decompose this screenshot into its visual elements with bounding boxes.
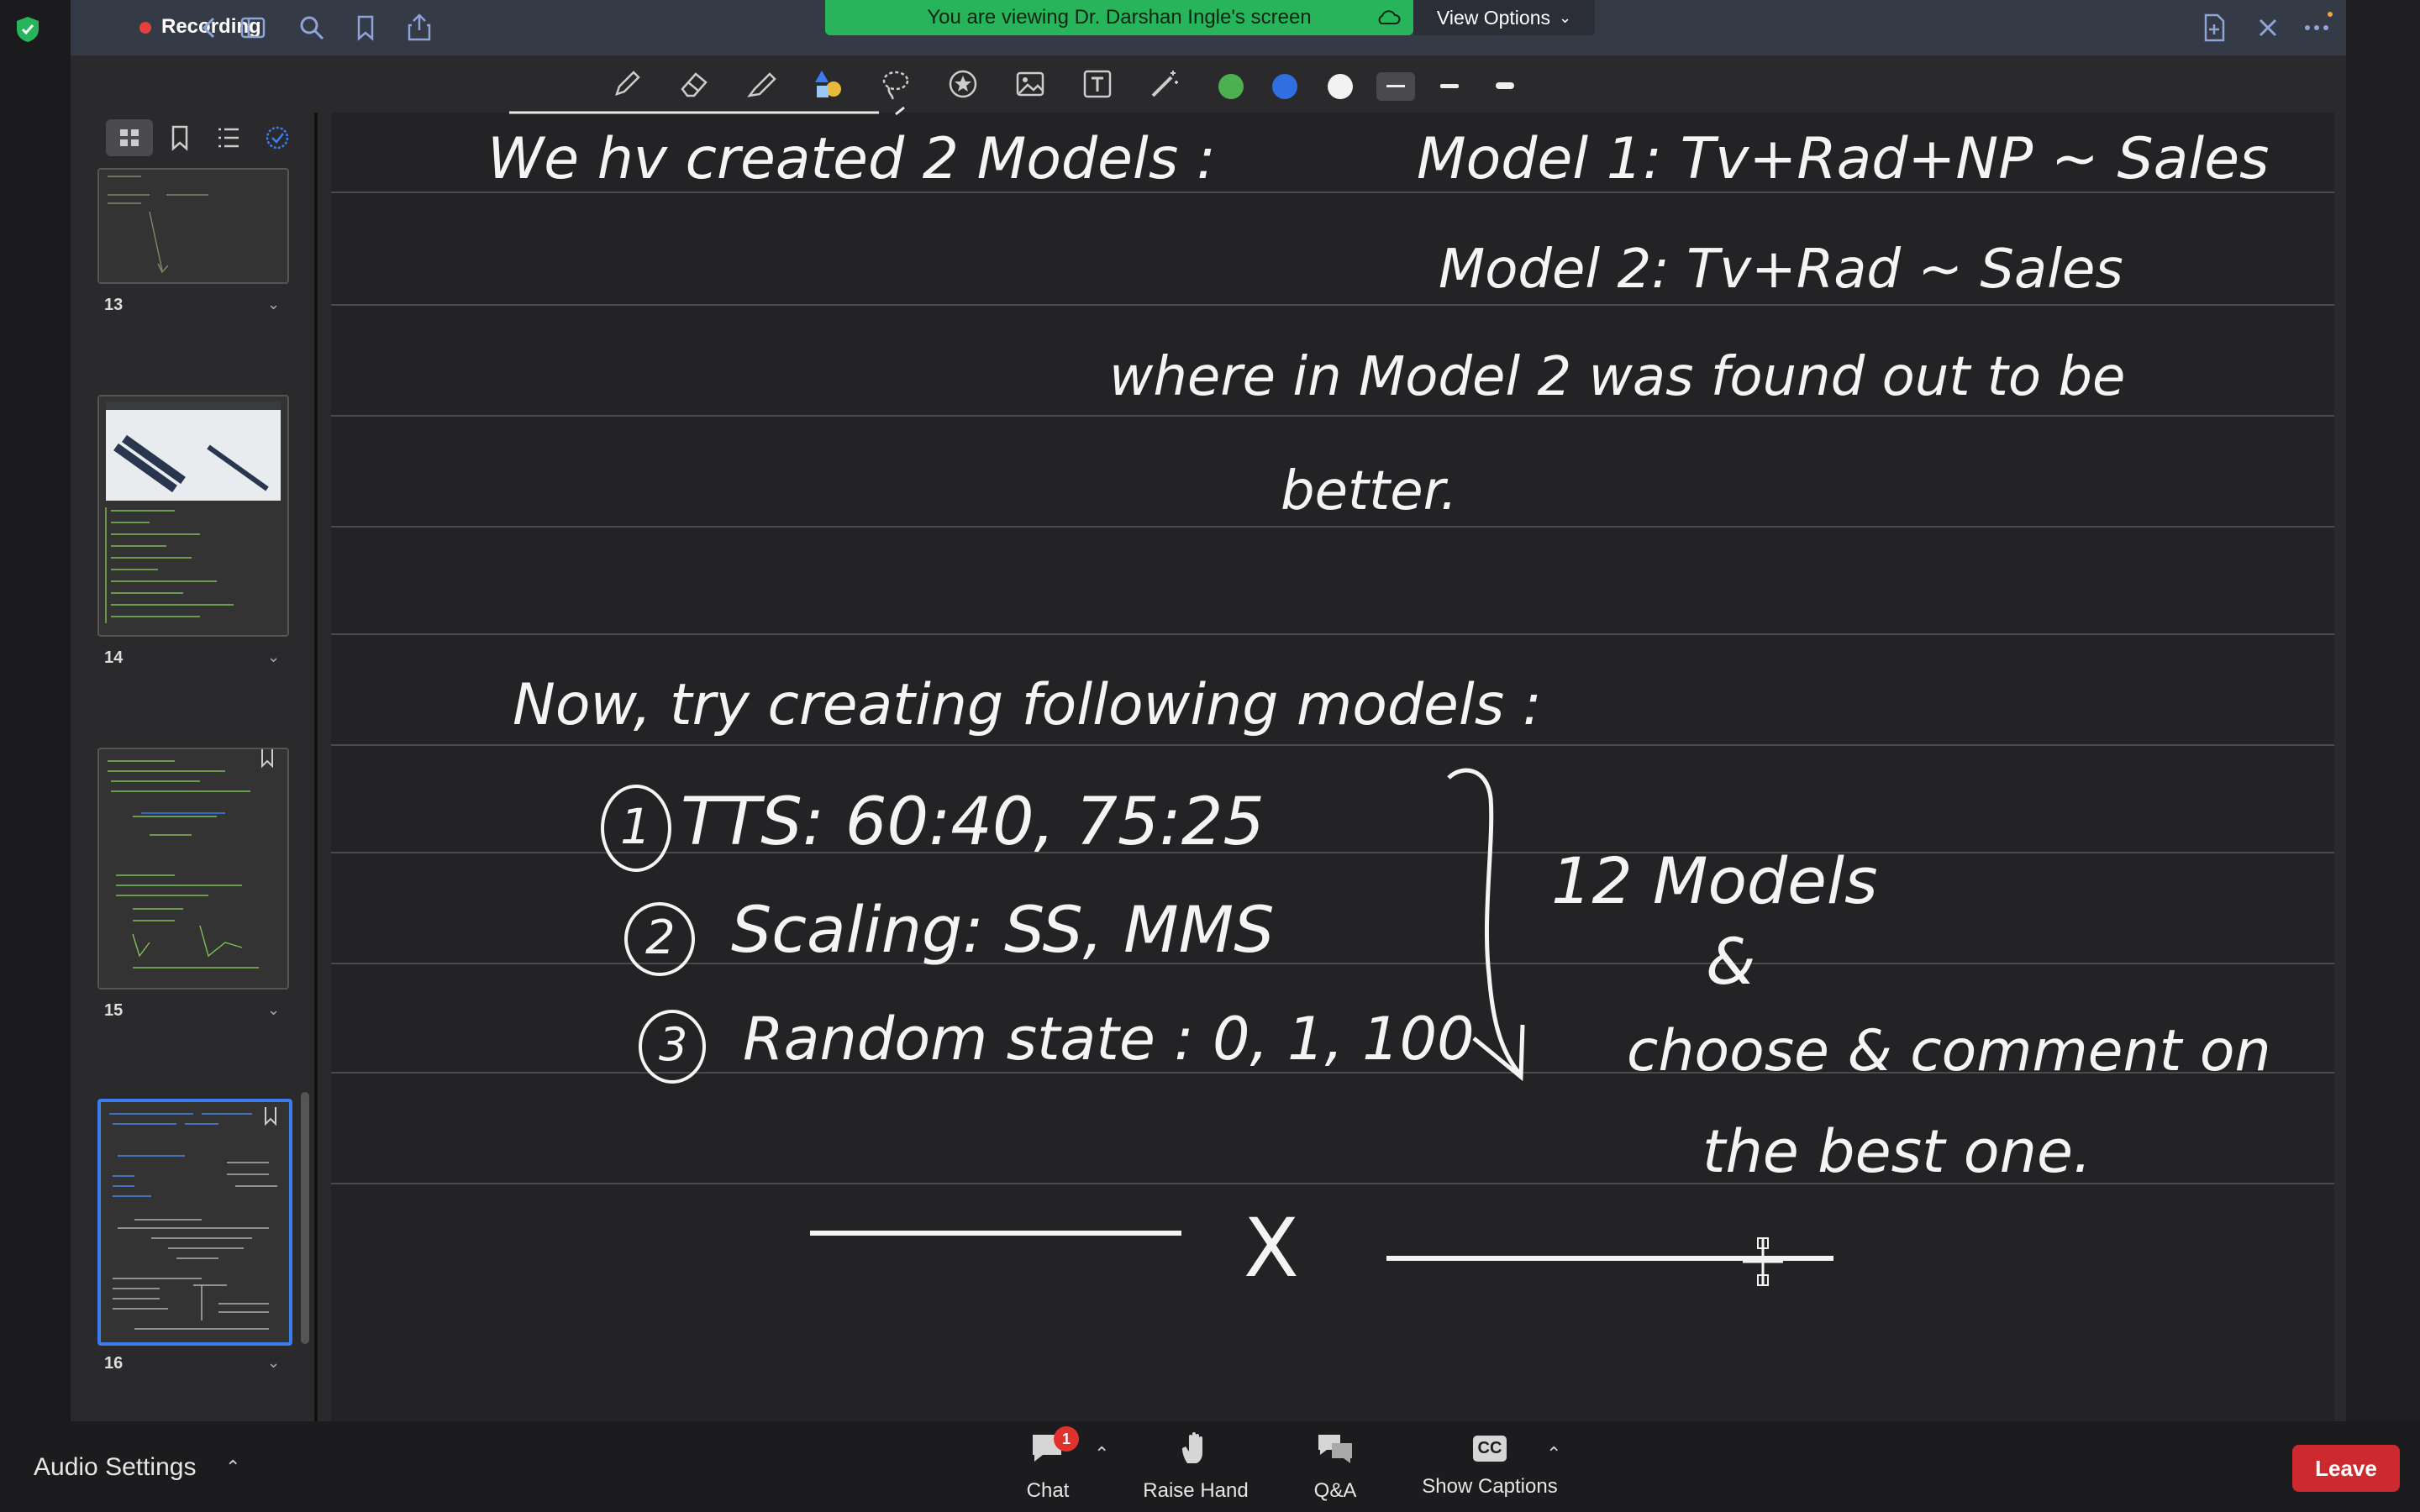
- qa-button[interactable]: Q&A: [1264, 1430, 1407, 1503]
- sidebar-toggle-icon[interactable]: [239, 12, 271, 44]
- note-line-1a: We hv created 2 Models :: [487, 126, 1216, 192]
- note-line-4: better.: [1281, 460, 1458, 522]
- note-item-3: Random state : 0, 1, 100: [743, 1005, 1475, 1074]
- separator-x: X: [1244, 1201, 1299, 1295]
- bookmark-icon[interactable]: [350, 12, 381, 44]
- note-line-3: where in Model 2 was found out to be: [1109, 346, 2126, 408]
- color-white-swatch[interactable]: [1328, 74, 1353, 99]
- separator-line: [810, 1231, 1833, 1261]
- partial-stroke-top: [509, 106, 905, 116]
- show-captions-label: Show Captions: [1422, 1475, 1558, 1498]
- share-icon[interactable]: [403, 12, 435, 44]
- page-number-14: 14: [104, 648, 124, 667]
- close-icon[interactable]: [2252, 12, 2284, 44]
- color-blue-swatch[interactable]: [1272, 74, 1297, 99]
- chevron-down-icon: ⌄: [1559, 8, 1572, 26]
- item-3-number: 3: [659, 1018, 688, 1071]
- ruled-line: [331, 633, 2334, 635]
- curly-brace-arrow: [1447, 768, 1525, 1082]
- view-options-button[interactable]: View Options ⌄: [1413, 0, 1595, 35]
- more-options-icon[interactable]: [2301, 12, 2333, 44]
- note-line-2: Model 2: Tv+Rad ~ Sales: [1439, 239, 2123, 301]
- banner-text: You are viewing Dr. Darshan Ingle's scre…: [927, 6, 1312, 29]
- note-result-4: the best one.: [1702, 1117, 2092, 1186]
- grid-view-tab[interactable]: [106, 119, 153, 156]
- color-green-swatch[interactable]: [1218, 74, 1244, 99]
- shield-check-icon: [17, 17, 39, 42]
- lasso-tool-icon[interactable]: [879, 67, 913, 101]
- left-strip: [0, 0, 71, 1421]
- item-2-number: 2: [645, 911, 676, 965]
- item-1-number: 1: [620, 798, 651, 855]
- cursor-crosshair-icon: [1743, 1237, 1783, 1286]
- highlighter-tool-icon[interactable]: [744, 67, 778, 101]
- page-thumbnail-13[interactable]: [97, 168, 289, 284]
- cloud-icon: [1378, 10, 1401, 24]
- chevron-down-icon[interactable]: ⌄: [267, 1354, 280, 1372]
- chevron-down-icon[interactable]: ⌄: [267, 648, 280, 666]
- drawing-toolbar: [588, 60, 1546, 108]
- note-item-2: Scaling: SS, MMS: [731, 892, 1275, 967]
- qa-label: Q&A: [1313, 1479, 1357, 1502]
- sidebar-scrollbar[interactable]: [301, 1092, 309, 1344]
- magic-wand-icon[interactable]: [1148, 67, 1181, 101]
- back-chevron-icon[interactable]: [193, 12, 225, 44]
- chevron-down-icon[interactable]: ⌄: [267, 296, 280, 313]
- stroke-medium-option[interactable]: [1430, 72, 1469, 101]
- cc-icon: CC: [1470, 1430, 1510, 1467]
- chevron-up-icon[interactable]: ⌃: [1546, 1443, 1561, 1465]
- page-thumbnail-16[interactable]: [97, 1099, 292, 1346]
- review-tab-icon[interactable]: [259, 119, 296, 156]
- page-number-16: 16: [104, 1354, 124, 1373]
- bookmarks-tab-icon[interactable]: [161, 119, 198, 156]
- chevron-up-icon[interactable]: ⌃: [1094, 1443, 1109, 1465]
- ruled-line: [331, 415, 2334, 417]
- leave-button[interactable]: Leave: [2292, 1445, 2400, 1492]
- text-tool-icon[interactable]: [1081, 67, 1114, 101]
- qa-icon: [1318, 1435, 1352, 1463]
- ruled-line: [331, 744, 2334, 746]
- note-item-1: TTS: 60:40, 75:25: [681, 785, 1265, 860]
- chat-unread-badge: 1: [1054, 1426, 1079, 1452]
- pen-tool-icon[interactable]: [610, 67, 644, 101]
- search-icon[interactable]: [296, 12, 328, 44]
- top-bar: Recording You are viewing Dr. Darshan In…: [71, 0, 2346, 55]
- note-line-5: Now, try creating following models :: [513, 672, 1542, 738]
- note-result-1: 12 Models: [1551, 843, 1878, 918]
- page-thumbnail-15[interactable]: [97, 748, 289, 990]
- audio-settings-button[interactable]: Audio Settings: [34, 1453, 196, 1482]
- chat-button[interactable]: Chat: [976, 1430, 1119, 1503]
- note-line-1b: Model 1: Tv+Rad+NP ~ Sales: [1417, 126, 2270, 192]
- page-number-15: 15: [104, 1001, 124, 1020]
- stroke-thick-option[interactable]: [1486, 72, 1524, 101]
- shapes-tool-icon[interactable]: [812, 67, 845, 101]
- add-page-icon[interactable]: [2198, 12, 2230, 44]
- page-thumbnail-14[interactable]: [97, 395, 289, 637]
- screen-share-banner: You are viewing Dr. Darshan Ingle's scre…: [825, 0, 1413, 35]
- sidebar-divider[interactable]: [314, 113, 318, 1421]
- note-result-2: &: [1706, 924, 1756, 999]
- sticker-tool-icon[interactable]: [946, 67, 980, 101]
- ruled-line: [331, 526, 2334, 528]
- cc-icon-label: CC: [1472, 1435, 1507, 1462]
- view-options-label: View Options: [1436, 6, 1550, 29]
- ruled-line: [331, 304, 2334, 306]
- stroke-thin-option[interactable]: [1376, 72, 1415, 101]
- outline-tab-icon[interactable]: [210, 119, 247, 156]
- image-tool-icon[interactable]: [1013, 67, 1047, 101]
- chat-label: Chat: [1026, 1479, 1070, 1502]
- eraser-tool-icon[interactable]: [677, 67, 711, 101]
- show-captions-button[interactable]: CC Show Captions: [1418, 1430, 1561, 1499]
- raise-hand-label: Raise Hand: [1143, 1479, 1249, 1502]
- chevron-down-icon[interactable]: ⌄: [267, 1001, 280, 1019]
- page-number-13: 13: [104, 296, 124, 314]
- note-result-3: choose & comment on: [1627, 1018, 2271, 1084]
- recording-dot-icon: [139, 22, 151, 34]
- raise-hand-button[interactable]: Raise Hand: [1124, 1430, 1267, 1503]
- chevron-up-icon[interactable]: ⌃: [225, 1457, 240, 1478]
- raise-hand-icon: [1182, 1432, 1202, 1463]
